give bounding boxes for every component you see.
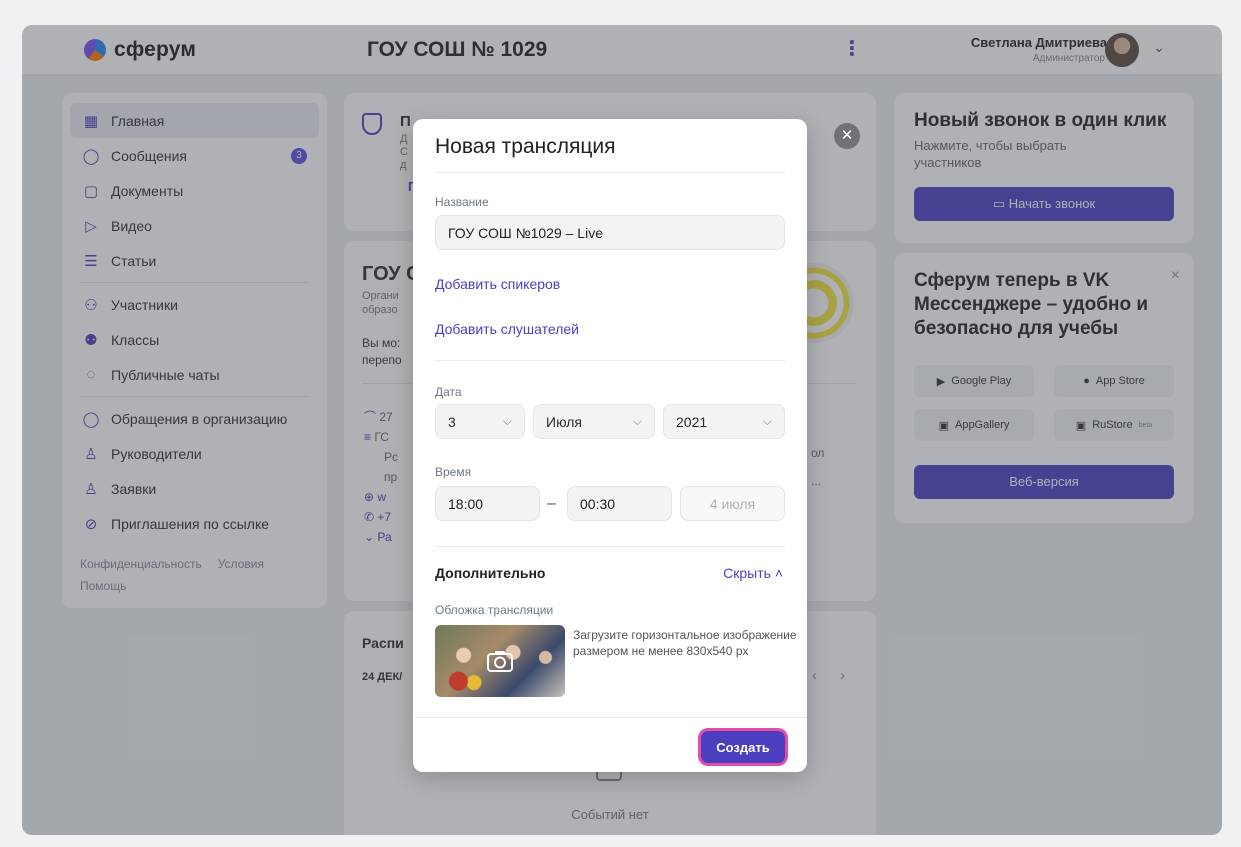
chevron-up-icon: ˄	[774, 565, 783, 581]
end-time-input[interactable]: 00:30	[567, 486, 672, 521]
cover-hint-text: Загрузите горизонтальное изображение раз…	[573, 628, 797, 658]
time-separator: –	[547, 495, 556, 512]
chevron-down-icon: ⌵	[502, 414, 512, 428]
day-select[interactable]: 3 ⌵	[435, 404, 525, 439]
day-value: 3	[448, 413, 456, 430]
name-label: Название	[435, 195, 489, 209]
camera-icon	[487, 651, 513, 672]
divider	[413, 717, 807, 718]
month-select[interactable]: Июля ⌵	[533, 404, 655, 439]
cover-label: Обложка трансляции	[435, 603, 554, 617]
month-value: Июля	[546, 413, 583, 430]
divider	[435, 546, 785, 547]
divider	[435, 360, 785, 361]
add-speakers-link[interactable]: Добавить спикеров	[435, 276, 560, 292]
divider	[435, 172, 785, 173]
cover-image-upload[interactable]	[435, 625, 565, 697]
add-listeners-link[interactable]: Добавить слушателей	[435, 321, 579, 337]
additional-section-title: Дополнительно	[435, 565, 546, 581]
end-date-field: 4 июля	[680, 486, 785, 521]
create-button[interactable]: Создать	[701, 731, 785, 763]
start-time-input[interactable]: 18:00	[435, 486, 540, 521]
dialog-title: Новая трансляция	[435, 135, 616, 158]
time-label: Время	[435, 465, 472, 479]
year-select[interactable]: 2021 ⌵	[663, 404, 785, 439]
hide-label: Скрыть	[723, 565, 771, 581]
new-broadcast-dialog: Новая трансляция Название ГОУ СОШ №1029 …	[413, 119, 807, 772]
close-modal-icon[interactable]: ✕	[834, 123, 860, 149]
hide-section-link[interactable]: Скрыть ˄	[723, 565, 783, 581]
year-value: 2021	[676, 413, 708, 430]
broadcast-name-input[interactable]: ГОУ СОШ №1029 – Live	[435, 215, 785, 250]
date-label: Дата	[435, 385, 462, 399]
chevron-down-icon: ⌵	[762, 414, 772, 428]
chevron-down-icon: ⌵	[632, 414, 642, 428]
